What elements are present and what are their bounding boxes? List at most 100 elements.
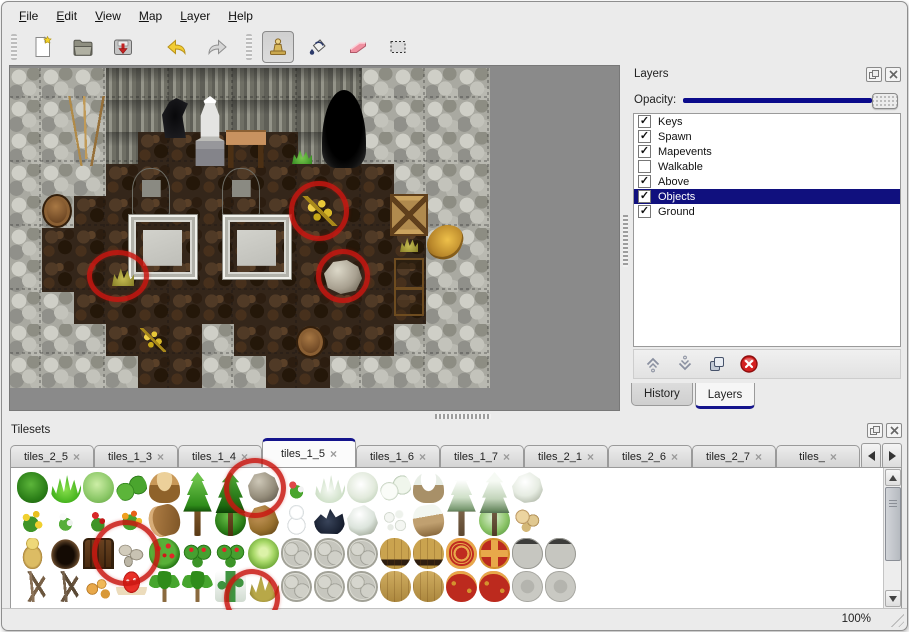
menu-file[interactable]: File [10,7,47,25]
layer-row-walkable[interactable]: Walkable [634,159,900,174]
tile-snowMound[interactable] [512,472,543,503]
tile-berries2[interactable] [182,538,213,569]
scroll-tabs-left-button[interactable] [861,443,881,469]
tile-flowerWhite[interactable] [50,505,81,536]
tile-stoneBlock[interactable] [347,571,378,602]
tile-stoneBlock[interactable] [347,538,378,569]
tileset-tab-tiles_1_5[interactable]: tiles_1_5× [262,438,356,467]
tile-grayTop[interactable] [512,538,543,569]
checkbox[interactable]: ✓ [638,205,651,218]
close-panel-button[interactable] [886,423,902,438]
tileset-tab-tiles_2_5[interactable]: tiles_2_5× [10,445,94,467]
close-tab-icon[interactable]: × [157,450,164,464]
menu-help[interactable]: Help [219,7,262,25]
close-panel-button[interactable] [885,67,901,82]
tileset-tab-tiles_2_7[interactable]: tiles_2_7× [692,445,776,467]
checkbox[interactable]: ✓ [638,130,651,143]
layer-row-mapevents[interactable]: ✓Mapevents [634,144,900,159]
tileset-tab-tiles_1_6[interactable]: tiles_1_6× [356,445,440,467]
tile-woodTop[interactable] [380,538,411,569]
tile-snowGrass[interactable] [314,472,345,503]
resize-grip-icon[interactable] [889,612,904,627]
tab-layers[interactable]: Layers [695,383,756,409]
tile-stoneBlock[interactable] [281,538,312,569]
tile-woodFloor[interactable] [380,571,411,602]
tile-snowTreeTall[interactable] [446,472,477,536]
undo-button[interactable] [161,31,193,63]
tile-grayTile[interactable] [545,571,576,602]
menu-edit[interactable]: Edit [47,7,86,25]
tile-bushDark[interactable] [17,472,48,503]
tile-carpetCross[interactable] [479,538,510,569]
tileset-scrollbar[interactable] [883,468,901,608]
layer-row-objects[interactable]: ✓Objects [634,189,900,204]
close-tab-icon[interactable]: × [419,450,426,464]
tile-rockSnow[interactable] [347,505,378,536]
tile-snowBush[interactable] [347,472,378,503]
checkbox[interactable]: ✓ [638,175,651,188]
tileset-tab-tiles_1_7[interactable]: tiles_1_7× [440,445,524,467]
close-tab-icon[interactable]: × [587,450,594,464]
tileset-tab-tiles[interactable]: tiles_× [776,445,860,467]
eraser-tool-button[interactable] [342,31,374,63]
tile-bushes2[interactable] [116,472,147,503]
tile-woodFloor[interactable] [413,571,444,602]
float-panel-button[interactable] [867,423,883,438]
scroll-down-button[interactable] [885,590,901,607]
close-tab-icon[interactable]: × [830,450,837,464]
tile-pileDark[interactable] [314,505,345,536]
lower-layer-button[interactable] [674,353,696,375]
redo-button[interactable] [201,31,233,63]
layer-row-above[interactable]: ✓Above [634,174,900,189]
scrollbar-thumb[interactable] [885,487,901,561]
tile-snowman[interactable] [281,505,312,536]
tile-treeTall[interactable] [182,472,213,536]
float-panel-button[interactable] [866,67,882,82]
fill-tool-button[interactable] [302,31,334,63]
open-button[interactable] [67,31,99,63]
scroll-tabs-right-button[interactable] [882,443,902,469]
tile-palm[interactable] [149,571,180,602]
tile-snowBushes2[interactable] [380,472,411,503]
tab-history[interactable]: History [631,383,693,406]
tile-rocksTan[interactable] [512,505,543,536]
opacity-slider-handle[interactable] [872,93,898,109]
layer-row-ground[interactable]: ✓Ground [634,204,900,219]
tileset-tab-tiles_2_6[interactable]: tiles_2_6× [608,445,692,467]
tile-lettuce[interactable] [248,538,279,569]
close-tab-icon[interactable]: × [73,450,80,464]
tile-deadTree[interactable] [17,571,48,602]
tile-stoneBlock[interactable] [314,571,345,602]
select-tool-button[interactable] [382,31,414,63]
close-tab-icon[interactable]: × [671,450,678,464]
checkbox[interactable]: ✓ [638,115,651,128]
tile-palm[interactable] [182,571,213,602]
horizontal-splitter[interactable] [9,413,904,420]
layer-row-keys[interactable]: ✓Keys [634,114,900,129]
opacity-slider[interactable] [683,98,872,103]
checkbox[interactable] [638,160,651,173]
tile-grayTile[interactable] [512,571,543,602]
tile-berries2[interactable] [215,538,246,569]
tile-carpetOrnate[interactable] [446,538,477,569]
stamp-tool-button[interactable] [262,31,294,63]
tile-flowersYellow[interactable] [17,505,48,536]
tile-stoneBlock[interactable] [314,538,345,569]
tile-carpetFull[interactable] [446,571,477,602]
tile-branchesSnow[interactable] [380,505,411,536]
tile-scarecrow[interactable] [17,538,48,569]
menu-view[interactable]: View [86,7,130,25]
tile-stoneBlock[interactable] [281,571,312,602]
new-file-button[interactable] [27,31,59,63]
vertical-splitter[interactable] [622,65,629,411]
tile-grass[interactable] [50,472,81,503]
tile-logSnow[interactable] [411,503,447,539]
delete-layer-button[interactable] [738,353,760,375]
tile-carpetFull[interactable] [479,571,510,602]
tile-woodTop[interactable] [413,538,444,569]
scroll-up-button[interactable] [885,469,901,486]
layer-row-spawn[interactable]: ✓Spawn [634,129,900,144]
close-tab-icon[interactable]: × [503,450,510,464]
tile-bushLight[interactable] [83,472,114,503]
tile-deadTree2[interactable] [50,571,81,602]
